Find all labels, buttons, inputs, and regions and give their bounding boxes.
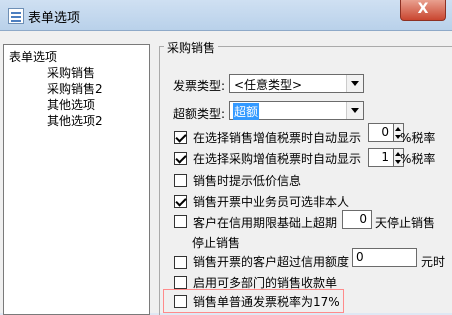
- invoice-type-value: <任意类型>: [234, 78, 303, 92]
- window-title: 表单选项: [28, 11, 81, 26]
- ordinary-invoice-rate-checkbox[interactable]: [174, 295, 187, 308]
- tree-item-purchase-sales[interactable]: 采购销售: [47, 64, 95, 81]
- multi-department-checkbox[interactable]: [174, 276, 187, 289]
- tree-item-other-options-2[interactable]: 其他选项2: [47, 112, 103, 129]
- low-price-prompt-label: 销售时提示低价信息: [193, 174, 302, 188]
- chevron-down-icon[interactable]: [346, 102, 363, 119]
- form-options-window: 表单选项 X 表单选项 采购销售 采购销售2 其他选项 其他选项2 采购销售 发…: [0, 0, 452, 315]
- sales-staff-non-self-checkbox[interactable]: [174, 195, 187, 208]
- credit-amount-over-checkbox[interactable]: [174, 256, 187, 269]
- purchase-tax-auto-label: 在选择采购增值税票时自动显示: [193, 152, 362, 166]
- sales-tax-auto-checkbox[interactable]: [174, 131, 187, 144]
- purchase-tax-auto-checkbox[interactable]: [174, 152, 187, 165]
- group-title: 采购销售: [164, 39, 219, 56]
- chevron-down-icon[interactable]: [346, 75, 363, 92]
- sales-tax-rate-suffix: %税率: [400, 131, 436, 145]
- sales-staff-non-self-label: 销售开票中业务员可选非本人: [193, 195, 350, 209]
- ordinary-invoice-rate-label: 销售单普通发票税率为17%: [193, 295, 340, 309]
- credit-amount-input[interactable]: 0: [352, 248, 417, 267]
- credit-overdue-stop-checkbox[interactable]: [174, 215, 187, 228]
- credit-overdue-label-3: 停止销售: [192, 236, 241, 250]
- overage-type-label: 超额类型:: [173, 107, 226, 121]
- form-icon: [8, 8, 24, 24]
- credit-amount-over-label: 销售开票的客户超过信用额度: [193, 255, 350, 269]
- tree-item-other-options[interactable]: 其他选项: [47, 96, 95, 113]
- purchase-tax-rate-suffix: %税率: [400, 152, 436, 166]
- credit-overdue-days-input[interactable]: 0: [342, 210, 372, 229]
- sales-tax-auto-label: 在选择销售增值税票时自动显示: [193, 131, 362, 145]
- invoice-type-label: 发票类型:: [173, 79, 226, 93]
- credit-amount-suffix: 元时: [421, 255, 446, 269]
- invoice-type-select[interactable]: <任意类型>: [229, 74, 364, 93]
- credit-overdue-label-2: 天停止销售: [375, 216, 436, 230]
- purchase-tax-rate-input[interactable]: 1: [368, 148, 394, 167]
- tree-item-purchase-sales-2[interactable]: 采购销售2: [47, 80, 103, 97]
- title-bar: 表单选项 X: [0, 0, 452, 31]
- options-tree: 表单选项 采购销售 采购销售2 其他选项 其他选项2: [3, 44, 150, 315]
- overage-type-select[interactable]: 超额: [229, 101, 364, 120]
- close-button[interactable]: X: [400, 0, 446, 21]
- tree-root-form-options[interactable]: 表单选项: [9, 48, 57, 65]
- sales-tax-rate-input[interactable]: 0: [368, 123, 394, 142]
- low-price-prompt-checkbox[interactable]: [174, 174, 187, 187]
- credit-overdue-label-1: 客户在信用期限基础上超期: [193, 216, 338, 230]
- overage-type-value: 超额: [233, 103, 260, 120]
